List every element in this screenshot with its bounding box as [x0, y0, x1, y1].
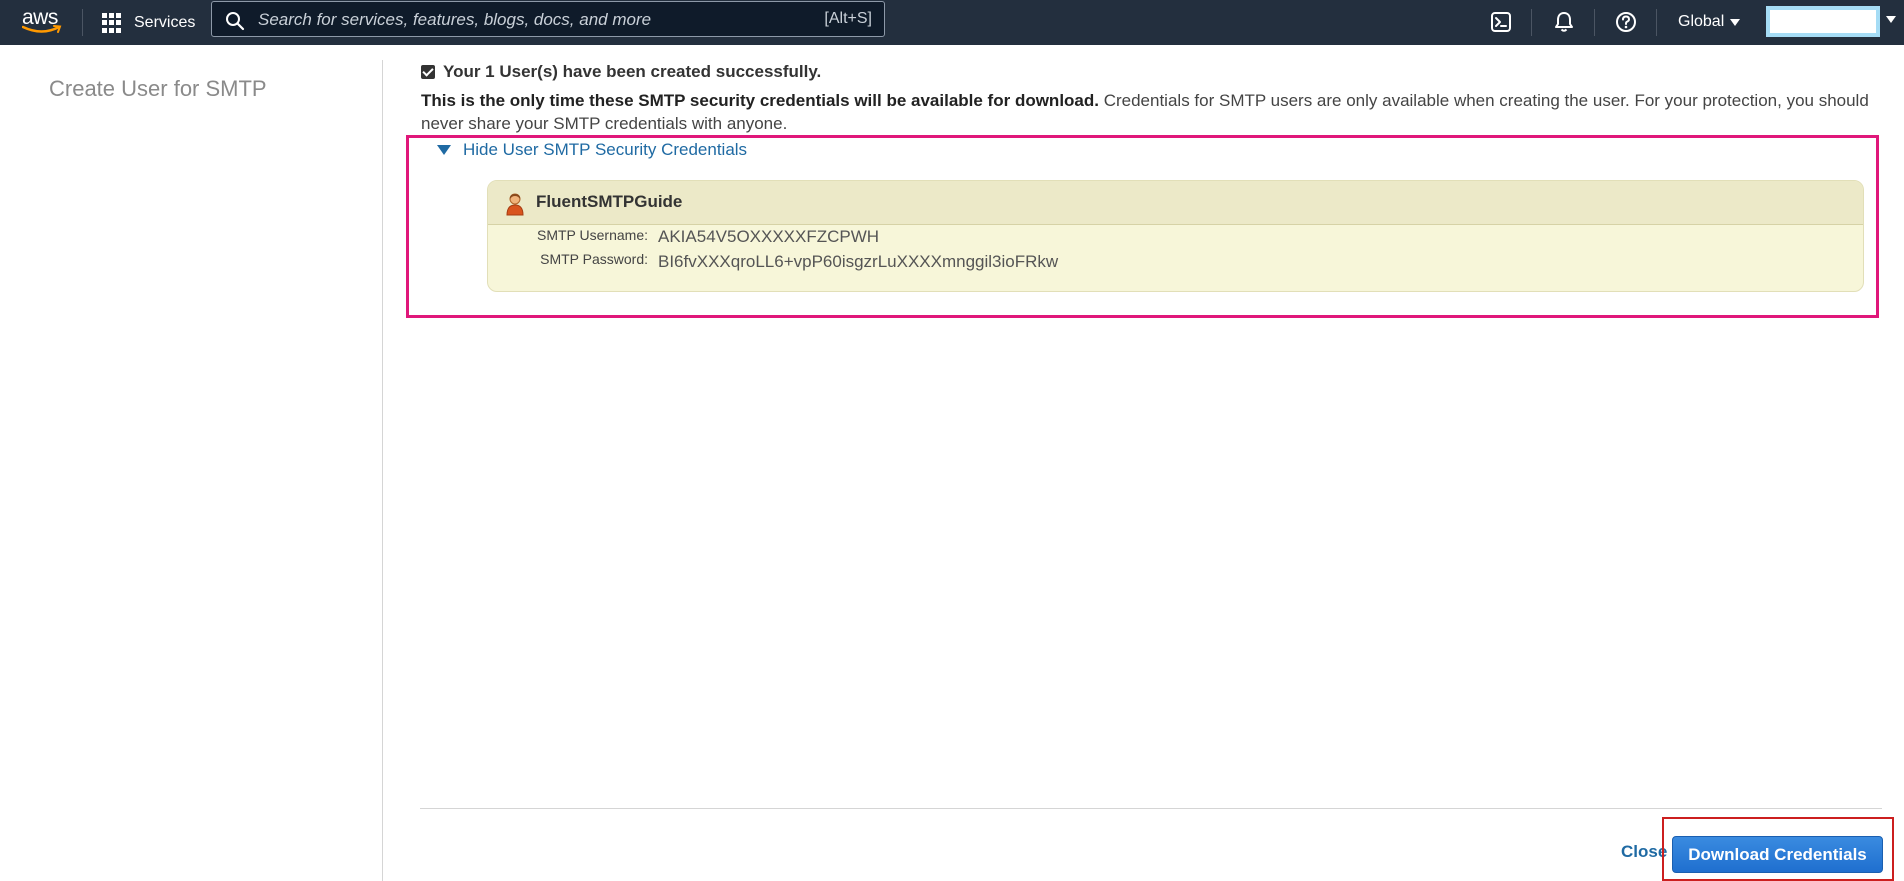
toggle-label: Hide User SMTP Security Credentials [463, 140, 748, 159]
region-selector[interactable]: Global [1678, 10, 1741, 34]
download-credentials-button[interactable]: Download Credentials [1672, 836, 1883, 873]
cloudshell-icon [1491, 12, 1511, 32]
services-menu-button[interactable]: Services [102, 10, 195, 36]
help-icon [1616, 12, 1636, 32]
cloudshell-button[interactable] [1488, 9, 1514, 35]
bell-icon [1555, 12, 1573, 32]
search-bar[interactable]: [Alt+S] [211, 1, 885, 37]
notice-bold-text: This is the only time these SMTP securit… [421, 91, 1099, 110]
hide-credentials-toggle[interactable]: Hide User SMTP Security Credentials [437, 140, 747, 160]
grid-menu-icon [102, 13, 122, 33]
top-navigation-bar: aws Services [Alt+S] [0, 0, 1904, 45]
smtp-password-value: BI6fvXXXqroLL6+vpP60isgzrLuXXXXmnggil3io… [658, 252, 1059, 271]
aws-logo[interactable]: aws [20, 6, 64, 37]
success-text: Your 1 User(s) have been created success… [443, 62, 822, 81]
search-input[interactable] [256, 6, 780, 34]
user-icon [506, 193, 524, 216]
close-button[interactable]: Close [1621, 842, 1667, 862]
smtp-username-label: SMTP Username: [537, 227, 648, 243]
smtp-user-name: FluentSMTPGuide [536, 192, 683, 211]
nav-divider [1594, 9, 1595, 36]
credentials-card: FluentSMTPGuide SMTP Username: AKIA54V5O… [487, 180, 1864, 292]
caret-down-icon [1730, 18, 1741, 26]
account-menu[interactable] [1766, 6, 1880, 37]
nav-divider [82, 9, 83, 36]
credentials-notice: This is the only time these SMTP securit… [421, 89, 1881, 135]
search-icon [226, 12, 245, 31]
nav-divider [1531, 9, 1532, 36]
aws-smile-icon [22, 25, 62, 33]
region-label: Global [1678, 13, 1725, 30]
account-caret-down-icon[interactable] [1886, 16, 1896, 23]
smtp-username-value: AKIA54V5OXXXXXFZCPWH [658, 227, 880, 246]
notifications-button[interactable] [1551, 9, 1577, 35]
page-title: Create User for SMTP [49, 76, 267, 101]
column-divider [382, 60, 383, 881]
success-message: Your 1 User(s) have been created success… [421, 62, 821, 82]
credentials-card-header: FluentSMTPGuide [488, 181, 1863, 225]
services-label: Services [134, 14, 196, 31]
help-button[interactable] [1613, 9, 1639, 35]
footer-divider [420, 808, 1882, 809]
checked-icon [421, 65, 435, 79]
smtp-password-label: SMTP Password: [540, 251, 648, 267]
search-shortcut-hint: [Alt+S] [824, 10, 872, 27]
triangle-down-icon [437, 145, 451, 155]
nav-divider [1656, 9, 1657, 36]
